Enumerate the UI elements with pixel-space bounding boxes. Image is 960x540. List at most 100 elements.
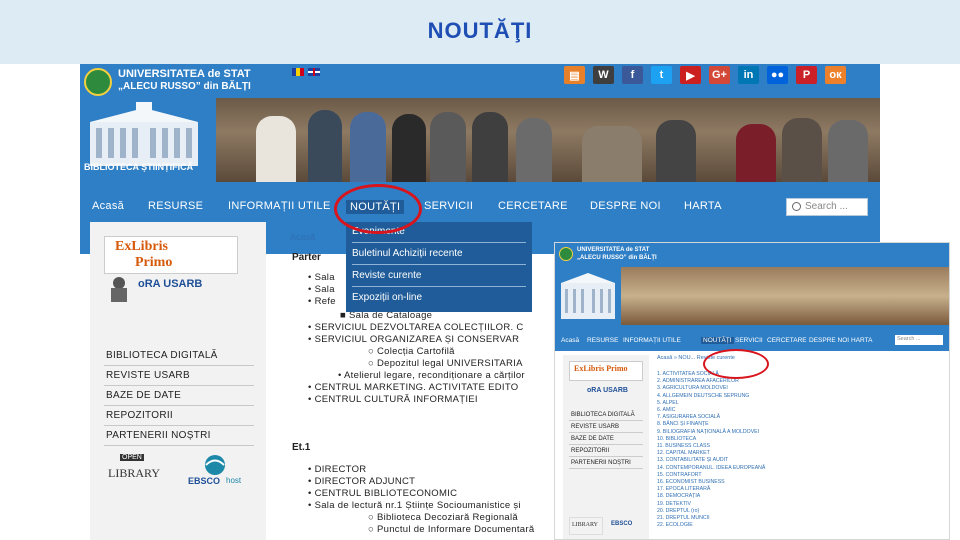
- list-item[interactable]: 10. BIBLIOTECA: [657, 436, 857, 443]
- nav-resources[interactable]: RESURSE: [148, 200, 203, 212]
- exlibris-line1: ExLibris: [115, 239, 168, 254]
- inset-header-photo: [621, 267, 949, 325]
- inset-sidebar-item-usarb-journals[interactable]: REVISTE USARB: [569, 421, 643, 433]
- list-item[interactable]: • CENTRUL BIBLIOTECONOMIC: [308, 488, 457, 499]
- inset-nav-map[interactable]: HARTA: [851, 337, 872, 344]
- library-caption: BIBLIOTECA ȘTIINȚIFICĂ: [84, 162, 194, 172]
- linkedin-icon[interactable]: in: [738, 66, 759, 84]
- ebsco-sub-label: host: [226, 476, 242, 485]
- list-item[interactable]: 13. CONTABILITATE ȘI AUDIT: [657, 457, 857, 464]
- list-item[interactable]: 12. CAPITAL MARKET: [657, 450, 857, 457]
- inset-open-library-logo[interactable]: LIBRARY: [569, 517, 603, 535]
- university-logo[interactable]: UNIVERSITATEA de STAT „ALECU RUSSO” din …: [84, 66, 274, 98]
- exlibris-line2: Primo: [135, 255, 173, 270]
- sidebar-item-digital-library[interactable]: BIBLIOTECA DIGITALĂ: [104, 346, 254, 366]
- sidebar-item-repositories[interactable]: REPOZITORII: [104, 406, 254, 426]
- inset-ebsco-logo[interactable]: EBSCO: [609, 517, 643, 535]
- list-item[interactable]: • SERVICIUL ORGANIZAREA ȘI CONSERVAR: [308, 334, 519, 345]
- facebook-icon[interactable]: f: [622, 66, 643, 84]
- news-dropdown-menu: Evenimente Buletinul Achiziții recente R…: [346, 222, 532, 312]
- inset-nav-useful-info[interactable]: INFORMAȚII UTILE: [623, 337, 681, 344]
- photo-person: [828, 120, 868, 182]
- list-item[interactable]: 5. ALPEL: [657, 400, 857, 407]
- sidebar-item-partners[interactable]: PARTENERII NOȘTRI: [104, 426, 254, 446]
- twitter-icon[interactable]: t: [651, 66, 672, 84]
- logo-line2: „ALECU RUSSO” din BĂLȚI: [118, 81, 251, 92]
- highlight-circle: [334, 184, 422, 234]
- language-switcher: [292, 68, 320, 76]
- list-item[interactable]: 9. BILIOGRAFIA NAȚIONALĂ A MOLDOVEI: [657, 429, 857, 436]
- inset-sidebar-item-databases[interactable]: BAZE DE DATE: [569, 433, 643, 445]
- list-item[interactable]: • DIRECTOR: [308, 464, 366, 475]
- list-item[interactable]: 3. AGRICULTURA MOLDOVEI: [657, 385, 857, 392]
- pinterest-icon[interactable]: P: [796, 66, 817, 84]
- list-item: ○ Colecția Cartofilă: [368, 346, 455, 357]
- list-item[interactable]: • CENTRUL CULTURĂ INFORMAȚIEI: [308, 394, 478, 405]
- inset-sidebar-item-repositories[interactable]: REPOZITORII: [569, 445, 643, 457]
- nav-research[interactable]: CERCETARE: [498, 200, 568, 212]
- list-item[interactable]: 21. DREPTUL MUNCII: [657, 515, 857, 522]
- inset-nav-research[interactable]: CERCETARE: [767, 337, 807, 344]
- nav-map[interactable]: HARTA: [684, 200, 722, 212]
- list-item[interactable]: 22. ECOLOGIE: [657, 522, 857, 529]
- list-item[interactable]: 2. ADMINISTRAREA AFACERILOR: [657, 378, 857, 385]
- inset-sidebar-item-digital-library[interactable]: BIBLIOTECA DIGITALĂ: [569, 409, 643, 421]
- nav-about[interactable]: DESPRE NOI: [590, 200, 661, 212]
- open-library-label: LIBRARY: [108, 466, 161, 480]
- odnoklassniki-icon[interactable]: ок: [825, 66, 846, 84]
- flag-uk-icon[interactable]: [308, 68, 320, 76]
- list-item[interactable]: 19. DETEKTIV: [657, 501, 857, 508]
- youtube-icon[interactable]: ▶: [680, 66, 701, 84]
- search-input[interactable]: Search ...: [786, 198, 868, 216]
- list-item[interactable]: 18. DEMOCRAȚIA: [657, 493, 857, 500]
- inset-highlight-circle: [703, 349, 769, 379]
- inset-nav-about[interactable]: DESPRE NOI: [809, 337, 849, 344]
- inset-nav-services[interactable]: SERVICII: [735, 337, 763, 344]
- list-item[interactable]: • DIRECTOR ADJUNCT: [308, 476, 415, 487]
- inset-nav-home[interactable]: Acasă: [561, 337, 579, 344]
- list-item[interactable]: • CENTRUL MARKETING. ACTIVITATE EDITO: [308, 382, 518, 393]
- list-item[interactable]: • SERVICIUL DEZVOLTAREA COLECȚIILOR. C: [308, 322, 524, 333]
- nav-home[interactable]: Acasă: [92, 200, 124, 212]
- list-item[interactable]: 4. ALLGEMEIN DEUTSCHE SEPRUNG: [657, 393, 857, 400]
- header-photo: [216, 98, 880, 182]
- parter-heading: Parter: [292, 252, 321, 263]
- blog-icon[interactable]: ▤: [564, 66, 585, 84]
- breadcrumb[interactable]: Acasă: [290, 232, 315, 242]
- wikipedia-icon[interactable]: W: [593, 66, 614, 84]
- sidebar-item-usarb-journals[interactable]: REVISTE USARB: [104, 366, 254, 386]
- nav-services[interactable]: SERVICII: [424, 200, 473, 212]
- inset-exlibris-banner[interactable]: ExLibris Primo: [569, 361, 643, 381]
- google-plus-icon[interactable]: G+: [709, 66, 730, 84]
- inset-nav-resources[interactable]: RESURSE: [587, 337, 618, 344]
- list-item[interactable]: 15. CONTRAFORT: [657, 472, 857, 479]
- menu-item-current-journals[interactable]: Reviste curente: [352, 270, 421, 281]
- inset-ora-banner[interactable]: oRA USARB: [569, 383, 643, 401]
- list-item[interactable]: 11. BUSINESS CLASS: [657, 443, 857, 450]
- nav-useful-info[interactable]: INFORMAȚII UTILE: [228, 200, 331, 212]
- inset-sidebar-item-partners[interactable]: PARTENERII NOȘTRI: [569, 457, 643, 469]
- list-item[interactable]: 17. EPOCA LITERARĂ: [657, 486, 857, 493]
- list-item[interactable]: 20. DREPTUL (ro): [657, 508, 857, 515]
- list-item[interactable]: 8. BĂNCI ȘI FINANȚE: [657, 421, 857, 428]
- exlibris-primo-banner[interactable]: ExLibris Primo: [104, 236, 238, 274]
- flag-romania-icon[interactable]: [292, 68, 304, 76]
- ebsco-host-logo[interactable]: EBSCO host: [184, 454, 250, 488]
- inset-nav-news[interactable]: NOUTĂȚI: [701, 337, 734, 344]
- menu-item-acquisitions-bulletin[interactable]: Buletinul Achiziții recente: [352, 248, 463, 259]
- inset-search-input[interactable]: Search ...: [895, 335, 943, 345]
- photo-person: [350, 112, 386, 182]
- inset-header: UNIVERSITATEA de STAT „ALECU RUSSO” din …: [555, 243, 949, 351]
- search-placeholder: Search ...: [805, 201, 848, 212]
- ora-usarb-banner[interactable]: oRA USARB: [104, 274, 238, 306]
- open-library-logo[interactable]: OPEN LIBRARY: [104, 454, 174, 488]
- inset-screenshot: UNIVERSITATEA de STAT „ALECU RUSSO” din …: [554, 242, 950, 540]
- flickr-icon[interactable]: ●●: [767, 66, 788, 84]
- list-item[interactable]: 14. CONTEMPORANUL. IDEEA EUROPEANĂ: [657, 465, 857, 472]
- photo-person: [430, 112, 466, 182]
- social-links: ▤ W f t ▶ G+ in ●● P ок: [564, 66, 846, 84]
- sidebar-item-databases[interactable]: BAZE DE DATE: [104, 386, 254, 406]
- list-item[interactable]: • Sala de lectură nr.1 Științe Sociouman…: [308, 500, 521, 511]
- menu-item-online-exhibitions[interactable]: Expoziții on-line: [352, 292, 422, 303]
- menu-divider: [352, 286, 526, 287]
